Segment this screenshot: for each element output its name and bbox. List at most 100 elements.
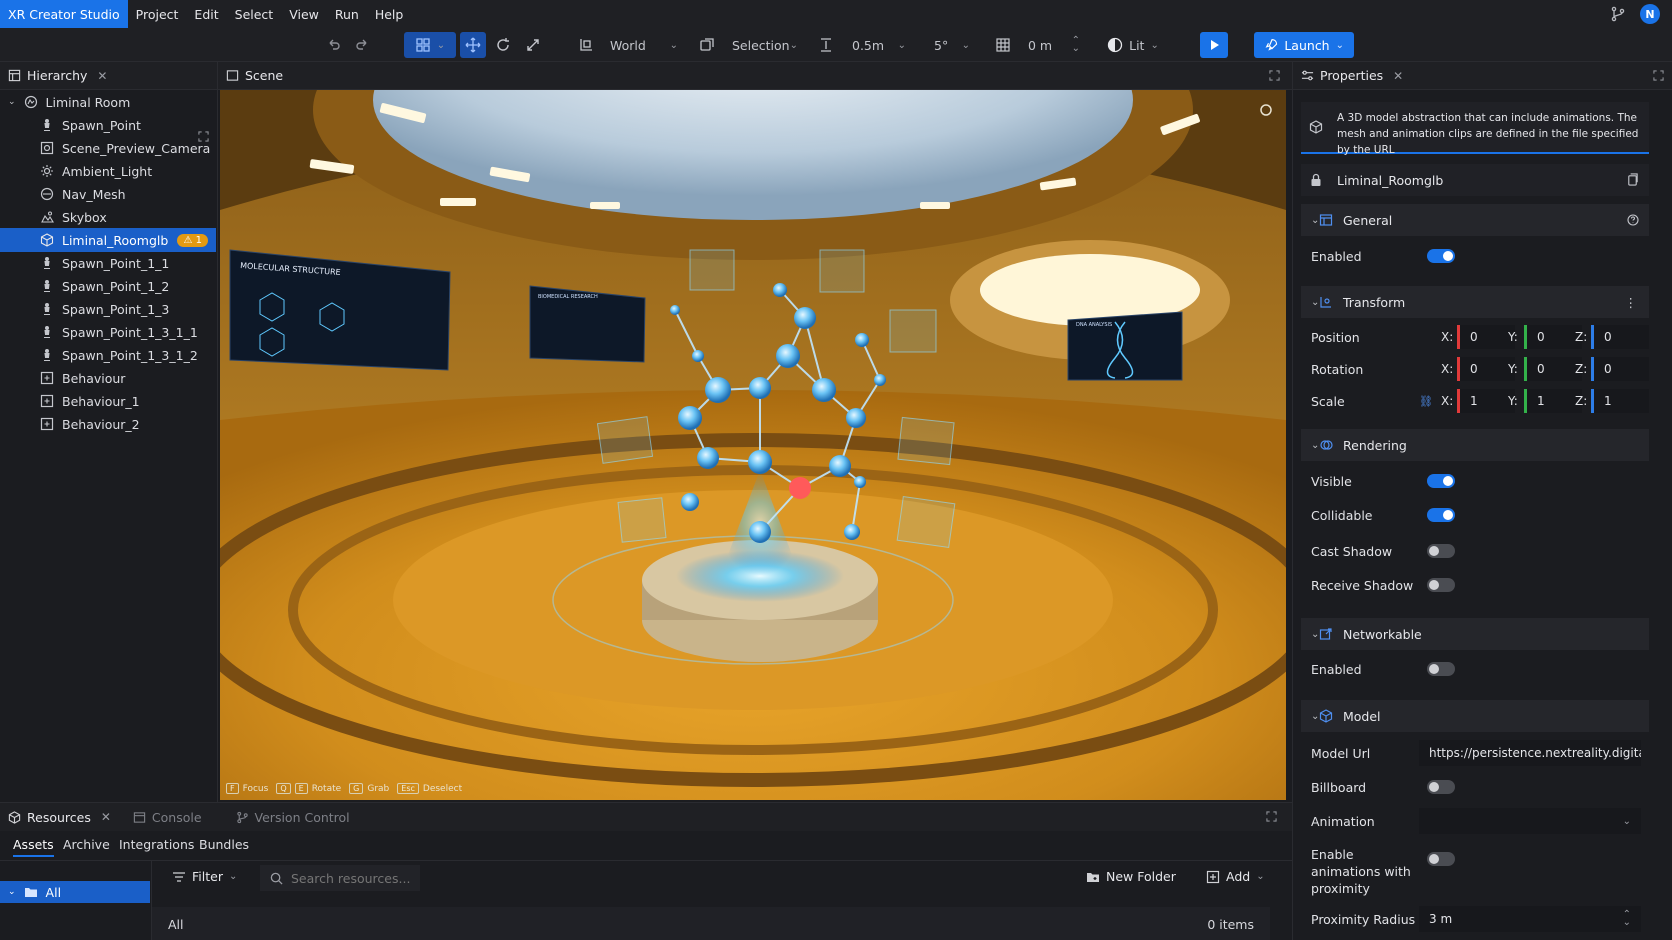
help-icon[interactable] (1627, 214, 1639, 226)
tree-item[interactable]: Spawn_Point_1_3_1_2 (0, 343, 216, 367)
billboard-toggle[interactable] (1427, 780, 1455, 794)
rotate-snap-select[interactable]: 5° ⌄ (930, 32, 974, 58)
tree-item[interactable]: Spawn_Point_1_2 (0, 274, 216, 298)
node-name-input[interactable] (1337, 168, 1607, 192)
subtab-archive[interactable]: Archive (63, 837, 110, 852)
lock-icon[interactable] (1309, 173, 1323, 187)
section-general-header[interactable]: ⌄ General (1301, 204, 1649, 236)
proximity-radius-row: Proximity Radius 3 m ⌃ ⌄ (1301, 904, 1649, 934)
subtab-assets[interactable]: Assets (13, 837, 54, 857)
tree-item[interactable]: Spawn_Point_1_3_1_1 (0, 320, 216, 344)
position-x-input[interactable]: 0 (1457, 325, 1515, 349)
networkable-enabled-toggle[interactable] (1427, 662, 1455, 676)
subtab-bundles[interactable]: Bundles (199, 837, 249, 852)
close-icon[interactable]: ✕ (1393, 69, 1403, 83)
section-networkable-header[interactable]: ⌄ Networkable (1301, 618, 1649, 650)
undo-icon (329, 39, 340, 50)
grid-height-stepper[interactable]: 0 m ⌃ ⌄ (1024, 32, 1084, 58)
app-title[interactable]: XR Creator Studio (0, 0, 128, 28)
cast-shadow-toggle[interactable] (1427, 544, 1455, 558)
subtab-integrations[interactable]: Integrations (119, 837, 194, 852)
section-transform-header[interactable]: ⌄ Transform ⋮ (1301, 286, 1649, 318)
chevron-down-icon[interactable]: ⌄ (8, 97, 16, 107)
new-folder-button[interactable]: New Folder (1086, 869, 1176, 884)
proximity-radius-input[interactable]: 3 m ⌃ ⌄ (1419, 906, 1641, 932)
menu-view[interactable]: View (281, 0, 327, 28)
transform-space-button[interactable] (574, 32, 598, 58)
branch-icon[interactable] (1610, 6, 1626, 22)
search-input[interactable] (291, 870, 411, 886)
chevron-down-icon: ⌄ (1256, 871, 1265, 882)
tree-root[interactable]: ⌄ Liminal Room (0, 90, 216, 114)
tab-properties[interactable]: Properties ✕ (1293, 62, 1411, 90)
section-rendering-header[interactable]: ⌄ Rendering (1301, 429, 1649, 461)
translate-snap-select[interactable]: 0.5m ⌄ (848, 32, 910, 58)
tree-item[interactable]: Ambient_Light (0, 159, 216, 183)
undo-button[interactable] (322, 32, 346, 58)
scale-x-input[interactable]: 1 (1457, 389, 1515, 413)
position-y-input[interactable]: 0 (1524, 325, 1582, 349)
tab-scene[interactable]: Scene (218, 62, 291, 90)
filter-button[interactable]: Filter ⌄ (172, 869, 237, 884)
play-button[interactable] (1200, 32, 1228, 58)
tree-item[interactable]: Spawn_Point_1_3 (0, 297, 216, 321)
warning-badge[interactable]: ⚠ 1 (177, 233, 208, 247)
snap-grid-button[interactable]: ⌄ (404, 32, 456, 58)
rotation-x-input[interactable]: 0 (1457, 357, 1515, 381)
launch-button[interactable]: Launch ⌄ (1254, 32, 1354, 58)
rotate-tool-button[interactable] (490, 32, 516, 58)
maximize-icon[interactable] (1653, 70, 1664, 81)
maximize-icon[interactable] (1269, 70, 1280, 81)
translate-tool-button[interactable] (460, 32, 486, 58)
tree-item[interactable]: Skybox (0, 205, 216, 229)
tab-version-control[interactable]: Version Control (228, 803, 358, 831)
close-icon[interactable]: ✕ (101, 810, 111, 824)
tree-item[interactable]: Spawn_Point_1_1 (0, 251, 216, 275)
receive-shadow-toggle[interactable] (1427, 578, 1455, 592)
scale-y-input[interactable]: 1 (1524, 389, 1582, 413)
scale-z-input[interactable]: 1 (1591, 389, 1649, 413)
menu-run[interactable]: Run (327, 0, 367, 28)
proximity-anim-toggle[interactable] (1427, 852, 1455, 866)
copy-icon[interactable] (1626, 173, 1639, 186)
pivot-button[interactable] (696, 32, 718, 58)
tree-item[interactable]: Spawn_Point (0, 113, 216, 137)
rotation-y-input[interactable]: 0 (1524, 357, 1582, 381)
tree-item[interactable]: Behaviour (0, 366, 216, 390)
tree-item[interactable]: Nav_Mesh (0, 182, 216, 206)
menu-project[interactable]: Project (128, 0, 187, 28)
add-button[interactable]: Add ⌄ (1206, 869, 1265, 884)
model-url-input[interactable]: https://persistence.nextreality.digital/ (1419, 740, 1641, 766)
tab-console[interactable]: Console (125, 803, 210, 831)
pivot-mode-select[interactable]: Selection ⌄ (728, 32, 802, 58)
menu-select[interactable]: Select (227, 0, 282, 28)
search-box[interactable] (260, 865, 420, 891)
tab-hierarchy[interactable]: Hierarchy ✕ (0, 62, 115, 90)
close-icon[interactable]: ✕ (97, 69, 107, 83)
tab-resources[interactable]: Resources ✕ (0, 803, 119, 831)
maximize-icon[interactable] (1266, 811, 1277, 822)
avatar[interactable]: N (1640, 4, 1660, 24)
stepper-icon[interactable]: ⌃ ⌄ (1623, 910, 1631, 928)
general-enabled-toggle[interactable] (1427, 249, 1455, 263)
collidable-toggle[interactable] (1427, 508, 1455, 522)
menu-help[interactable]: Help (367, 0, 412, 28)
link-icon[interactable]: ⛓ (1419, 395, 1433, 408)
tree-item[interactable]: Behaviour_1 (0, 389, 216, 413)
redo-button[interactable] (350, 32, 374, 58)
visible-toggle[interactable] (1427, 474, 1455, 488)
transform-space-select[interactable]: World ⌄ (606, 32, 682, 58)
render-mode-select[interactable]: Lit ⌄ (1106, 32, 1160, 58)
rotation-z-input[interactable]: 0 (1591, 357, 1649, 381)
tree-item[interactable]: Behaviour_2 (0, 412, 216, 436)
menu-edit[interactable]: Edit (186, 0, 226, 28)
tree-item-all[interactable]: ⌄ All (0, 881, 150, 903)
scene-viewport[interactable]: MOLECULAR STRUCTURE BIOMEDICAL RESEARCH … (220, 90, 1286, 800)
more-icon[interactable]: ⋮ (1625, 295, 1638, 310)
tree-item[interactable]: Scene_Preview_Camera (0, 136, 216, 160)
animation-select[interactable]: ⌄ (1419, 808, 1641, 834)
scale-tool-button[interactable] (520, 32, 546, 58)
tree-item[interactable]: Liminal_Roomglb ⚠ 1 (0, 228, 216, 252)
section-model-header[interactable]: ⌄ Model (1301, 700, 1649, 732)
position-z-input[interactable]: 0 (1591, 325, 1649, 349)
